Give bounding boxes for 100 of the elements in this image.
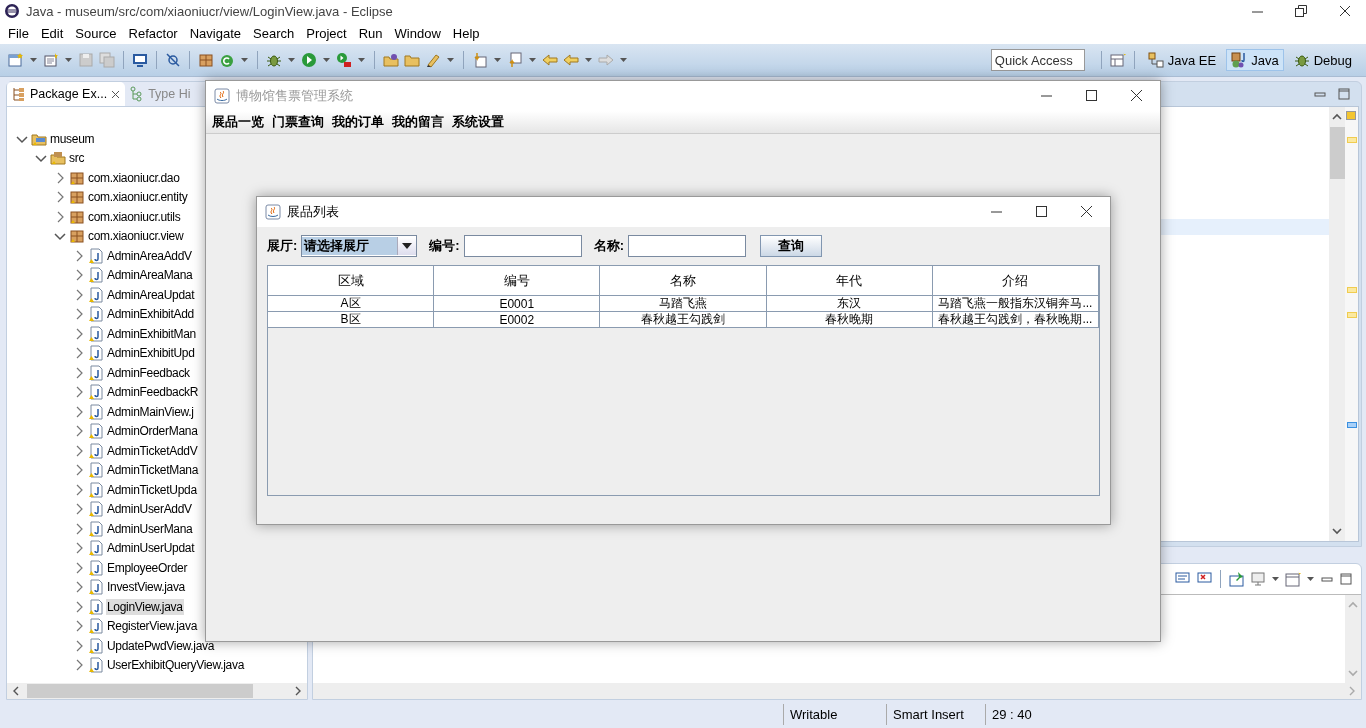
display-icon[interactable] (1250, 571, 1266, 587)
tree-item[interactable]: com.xiaoniucr.utils (87, 208, 182, 225)
menu-item[interactable]: Window (392, 25, 447, 41)
scrollbar-thumb[interactable] (1329, 127, 1345, 179)
menu-item[interactable]: 系统设置 (450, 113, 510, 131)
info-marker-icon[interactable] (1347, 422, 1357, 428)
close-icon[interactable] (1078, 204, 1094, 220)
maximize-icon[interactable] (1033, 204, 1049, 220)
warning-marker-icon[interactable] (1346, 111, 1356, 120)
open-perspective-icon[interactable] (1109, 52, 1126, 68)
warning-marker-icon[interactable] (1347, 312, 1357, 318)
view-tab[interactable]: Package Ex... (7, 82, 126, 106)
warning-marker-icon[interactable] (1347, 287, 1357, 293)
column-header[interactable]: 年代 (766, 266, 933, 296)
maximize-icon[interactable] (1083, 88, 1099, 104)
menu-item[interactable]: Refactor (126, 25, 184, 41)
tree-item[interactable]: AdminExhibitUpd (106, 345, 196, 362)
tree-item[interactable]: AdminFeedback (106, 364, 191, 381)
tree-item[interactable]: AdminExhibitMan (106, 325, 197, 342)
tree-item[interactable]: LoginView.java (106, 598, 184, 615)
new-package-icon[interactable] (198, 52, 214, 68)
next-annotation-icon[interactable] (472, 52, 488, 68)
pin-icon[interactable] (1229, 571, 1245, 587)
back-icon[interactable] (563, 52, 579, 68)
maximize-view-icon[interactable] (1337, 87, 1351, 101)
tree-item[interactable]: AdminFeedbackR (106, 384, 200, 401)
menu-item[interactable]: Help (450, 25, 486, 41)
new-class-c-icon[interactable] (219, 52, 235, 68)
tree-item[interactable]: AdminMainView.j (106, 403, 195, 420)
menu-item[interactable]: 我的订单 (330, 113, 390, 131)
tree-item[interactable]: AdminUserMana (106, 520, 194, 537)
perspective-button[interactable]: Java (1226, 49, 1284, 71)
last-edit-icon[interactable] (542, 52, 558, 68)
warning-marker-icon[interactable] (1347, 137, 1357, 143)
column-header[interactable]: 区域 (268, 266, 435, 296)
javaee-perspective-icon[interactable] (1147, 52, 1164, 68)
menu-item[interactable]: 展品一览 (210, 113, 270, 131)
open-type-icon[interactable] (383, 52, 399, 68)
column-header[interactable]: 名称 (600, 266, 767, 296)
hall-dropdown[interactable]: 请选择展厅 (301, 235, 418, 257)
menu-item[interactable]: Search (251, 25, 301, 41)
new-file-icon[interactable] (8, 52, 24, 68)
query-button[interactable]: 查询 (760, 235, 823, 257)
tree-item[interactable]: InvestView.java (106, 579, 186, 596)
close-icon[interactable] (1128, 88, 1144, 104)
scroll-down-icon[interactable] (1331, 525, 1343, 537)
external-tools-icon[interactable] (336, 52, 352, 68)
input-field[interactable] (628, 235, 747, 257)
maximize-view-icon[interactable] (1339, 572, 1353, 586)
tree-item[interactable]: AdminUserAddV (106, 501, 193, 518)
tree-item[interactable]: UserExhibitQueryView.java (106, 657, 245, 674)
tree-item[interactable]: EmployeeOrder (106, 559, 189, 576)
column-header[interactable]: 介绍 (932, 266, 1099, 296)
tree-item[interactable]: AdminAreaMana (106, 267, 194, 284)
menu-item[interactable]: 我的留言 (390, 113, 450, 131)
new-console-icon[interactable] (1285, 571, 1301, 587)
scroll-left-icon[interactable] (11, 685, 21, 697)
perspective-button[interactable]: Java EE (1142, 49, 1222, 71)
dropdown-caret-icon[interactable] (1306, 574, 1315, 584)
tree-item[interactable]: RegisterView.java (106, 618, 199, 635)
tree-item[interactable]: AdminExhibitAdd (106, 306, 195, 323)
column-header[interactable]: 编号 (434, 266, 601, 296)
tree-item[interactable]: AdminAreaUpdat (106, 286, 196, 303)
scrollbar-thumb[interactable] (27, 684, 253, 698)
tree-item[interactable]: src (68, 150, 86, 167)
menu-item[interactable]: File (6, 25, 35, 41)
bug-icon[interactable] (266, 52, 282, 68)
folder-icon[interactable] (404, 52, 420, 68)
menu-item[interactable]: Project (304, 25, 353, 41)
menu-item[interactable]: 门票查询 (270, 113, 330, 131)
run-icon[interactable] (301, 52, 317, 68)
input-field[interactable] (463, 235, 582, 257)
tree-item[interactable]: AdminTicketUpda (106, 481, 198, 498)
tree-item[interactable]: AdminAreaAddV (106, 247, 193, 264)
tree-item[interactable]: com.xiaoniucr.entity (87, 189, 189, 206)
dropdown-caret-icon[interactable] (1271, 574, 1280, 584)
menu-item[interactable]: Edit (38, 25, 70, 41)
tree-item[interactable]: AdminUserUpdat (106, 540, 196, 557)
menu-item[interactable]: Source (73, 25, 123, 41)
skip-breakpoints-icon[interactable] (165, 52, 181, 68)
tree-item[interactable]: museum (49, 130, 96, 147)
scroll-right-icon[interactable] (293, 685, 303, 697)
menu-item[interactable]: Run (356, 25, 389, 41)
pen-icon[interactable] (425, 52, 441, 68)
perspective-button[interactable]: Debug (1288, 49, 1357, 71)
tree-item[interactable]: UpdatePwdView.java (106, 637, 216, 654)
bug-icon[interactable] (1293, 52, 1310, 68)
console-icon[interactable] (132, 52, 148, 68)
dropdown-caret-icon[interactable] (401, 241, 414, 251)
restore-icon[interactable] (1294, 4, 1308, 18)
close-icon[interactable] (110, 88, 122, 100)
tree-item[interactable]: com.xiaoniucr.view (87, 228, 185, 245)
tree-item[interactable]: com.xiaoniucr.dao (87, 169, 181, 186)
menu-item[interactable]: Navigate (187, 25, 247, 41)
tree-item[interactable]: AdminTicketMana (106, 462, 200, 479)
tree-item[interactable]: AdminTicketAddV (106, 442, 199, 459)
previous-annotation-icon[interactable] (507, 52, 523, 68)
quick-access-field[interactable]: Quick Access (990, 49, 1085, 71)
java-perspective-icon[interactable] (1231, 52, 1248, 68)
close-icon[interactable] (1338, 4, 1352, 18)
